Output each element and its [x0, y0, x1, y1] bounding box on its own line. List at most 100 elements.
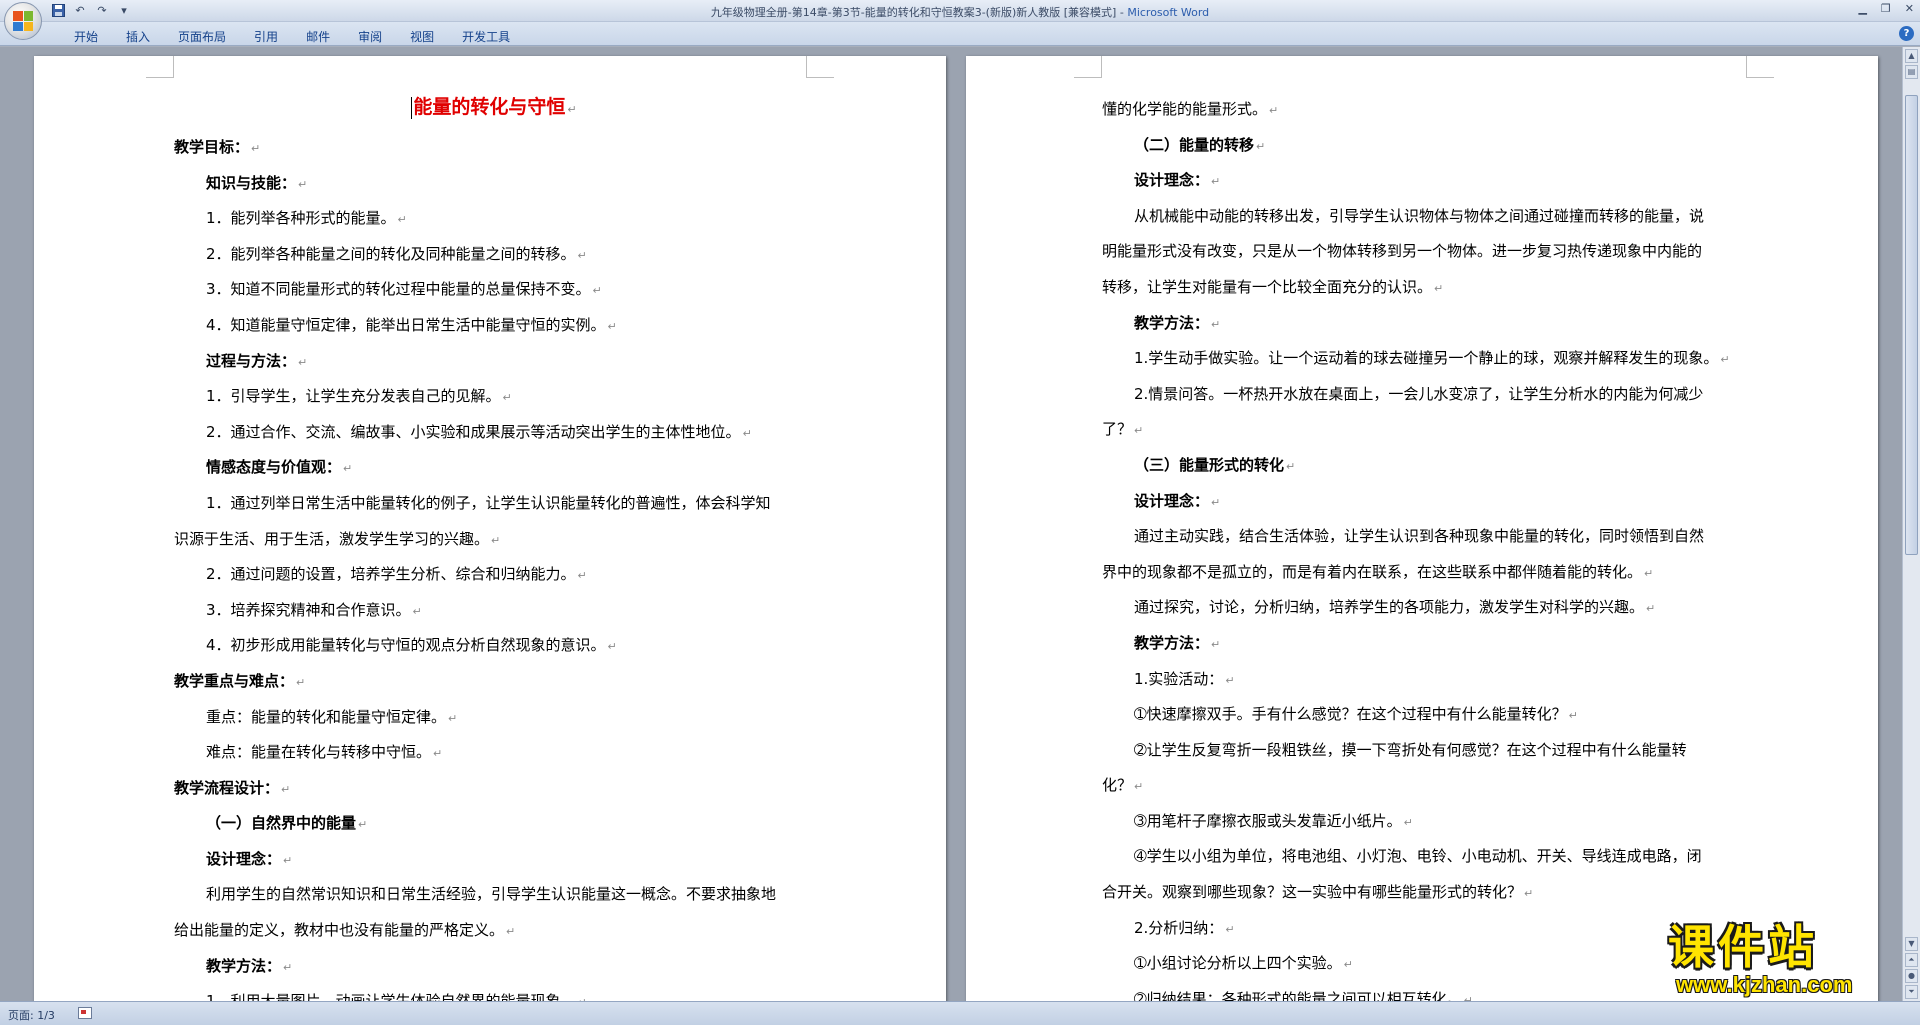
- paragraph-mark: ↵: [1211, 637, 1221, 651]
- document-page-1[interactable]: 能量的转化与守恒 ↵ 教学目标： ↵ 知识与技能： ↵ 1．能列举各种形式的能量。 ↵ 2．能…: [34, 56, 946, 1001]
- line-text: 教学流程设计：: [174, 778, 280, 797]
- crop-mark: [146, 56, 174, 78]
- crop-mark: [1074, 56, 1102, 78]
- browse-object-icon[interactable]: ●: [1905, 969, 1918, 983]
- title-bar: ↶ ↷ ▾ 九年级物理全册-第14章-第3节-能量的转化和守恒教案3-(新版)新…: [0, 0, 1920, 22]
- paragraph-line: 通过主动实践，结合生活体验，让学生认识到各种现象中能量的转化，同时领悟到自然: [1102, 519, 1746, 555]
- line-text: 1．通过列举日常生活中能量转化的例子，让学生认识能量转化的普遍性，体会科学知: [206, 493, 771, 512]
- line-text: 教学方法：: [1134, 313, 1210, 332]
- paragraph-line: 识源于生活、用于生活，激发学生学习的兴趣。 ↵: [174, 522, 814, 558]
- watermark-chinese: 课件站: [1668, 920, 1818, 974]
- line-text: （一）自然界中的能量: [206, 814, 357, 833]
- document-area[interactable]: 能量的转化与守恒 ↵ 教学目标： ↵ 知识与技能： ↵ 1．能列举各种形式的能量。 ↵ 2．能…: [0, 47, 1902, 1001]
- paragraph-line: 教学方法： ↵: [1102, 626, 1746, 662]
- paragraph-line: 3．培养探究精神和合作意识。 ↵: [174, 593, 814, 629]
- paragraph-line: 教学方法： ↵: [174, 949, 814, 985]
- line-text: 识源于生活、用于生活，激发学生学习的兴趣。: [174, 529, 490, 548]
- vertical-scrollbar[interactable]: ▲ ▤ ▼ ⏶ ● ⏷: [1902, 47, 1920, 1001]
- line-text: 通过探究，讨论，分析归纳，培养学生的各项能力，激发学生对科学的兴趣。: [1134, 598, 1645, 617]
- tab-references[interactable]: 引用: [240, 26, 292, 47]
- line-text: 转移，让学生对能量有一个比较全面充分的认识。: [1102, 277, 1433, 296]
- tab-page-layout[interactable]: 页面布局: [164, 26, 240, 47]
- line-text: 教学方法：: [1134, 633, 1210, 652]
- crop-mark: [806, 56, 834, 78]
- paragraph-line: 1．利用大量图片、动画让学生体验自然界的能量现象。↵: [174, 984, 814, 1001]
- paragraph-line: 教学重点与难点： ↵: [174, 664, 814, 700]
- paragraph-line: ➀小组讨论分析以上四个实验。 ↵: [1102, 946, 1746, 982]
- paragraph-mark: ↵: [448, 711, 458, 725]
- office-button[interactable]: [4, 2, 42, 40]
- tab-review[interactable]: 审阅: [344, 26, 396, 47]
- line-text: ➀小组讨论分析以上四个实验。: [1134, 954, 1342, 973]
- paragraph-mark: ↵: [298, 177, 308, 191]
- line-text: 界中的现象都不是孤立的，而是有着内在联系，在这些联系中都伴随着能的转化。: [1102, 562, 1643, 581]
- scroll-down-arrow-icon[interactable]: ▼: [1905, 937, 1918, 951]
- scroll-up-arrow-icon[interactable]: ▲: [1905, 49, 1918, 63]
- paragraph-line: 1．能列举各种形式的能量。 ↵: [174, 201, 814, 237]
- paragraph-mark: ↵: [502, 391, 512, 405]
- line-text: 重点：能量的转化和能量守恒定律。: [206, 707, 447, 726]
- paragraph-mark: ↵: [298, 355, 308, 369]
- status-page-count[interactable]: 页面: 1/3: [8, 1007, 55, 1023]
- line-text: 给出能量的定义，教材中也没有能量的严格定义。: [174, 921, 505, 940]
- paragraph-mark: ↵: [1269, 104, 1279, 117]
- paragraph-line: 1．通过列举日常生活中能量转化的例子，让学生认识能量转化的普遍性，体会科学知: [174, 486, 814, 522]
- ruler-toggle-icon[interactable]: ▤: [1905, 65, 1918, 79]
- paragraph-line: 利用学生的自然常识知识和日常生活经验，引导学生认识能量这一概念。不要求抽象地: [174, 877, 814, 913]
- minimize-icon[interactable]: ▁: [1858, 2, 1866, 15]
- paragraph-mark: ↵: [491, 533, 501, 547]
- tab-mailings[interactable]: 邮件: [292, 26, 344, 47]
- paragraph-mark: ↵: [506, 925, 516, 939]
- line-text: ➁归纳结果：各种形式的能量之间可以相互转化。: [1134, 989, 1462, 1001]
- line-text: ➂用笔杆子摩擦衣服或头发靠近小纸片。: [1134, 811, 1402, 830]
- paragraph-mark: ↵: [1463, 993, 1473, 1001]
- paragraph-line: 4．初步形成用能量转化与守恒的观点分析自然现象的意识。 ↵: [174, 628, 814, 664]
- paragraph-line: 知识与技能： ↵: [174, 166, 814, 202]
- page-2-content: 懂的化学能的能量形式。 ↵ （二）能量的转移 ↵ 设计理念： ↵ 从机械能中动能的转移出发，…: [1102, 92, 1746, 1001]
- paragraph-line: 1．引导学生，让学生充分发表自己的见解。 ↵: [174, 379, 814, 415]
- paragraph-line: 2．能列举各种能量之间的转化及同种能量之间的转移。 ↵: [174, 237, 814, 273]
- close-icon[interactable]: ✕: [1905, 2, 1914, 15]
- paragraph-mark: ↵: [412, 604, 422, 618]
- previous-page-icon[interactable]: ⏶: [1905, 953, 1918, 967]
- paragraph-line: ➁让学生反复弯折一段粗铁丝，摸一下弯折处有何感觉？在这个过程中有什么能量转: [1102, 733, 1746, 769]
- paragraph-line: 设计理念： ↵: [174, 842, 814, 878]
- line-text: 了？: [1102, 420, 1133, 439]
- next-page-icon[interactable]: ⏷: [1905, 985, 1918, 999]
- tab-home[interactable]: 开始: [60, 26, 112, 47]
- line-text: 难点：能量在转化与转移中守恒。: [206, 743, 432, 762]
- paragraph-line: 懂的化学能的能量形式。 ↵: [1102, 92, 1746, 128]
- document-page-2[interactable]: 懂的化学能的能量形式。 ↵ （二）能量的转移 ↵ 设计理念： ↵ 从机械能中动能的转移出发，…: [966, 56, 1878, 1001]
- paragraph-line: （二）能量的转移 ↵: [1102, 128, 1746, 164]
- line-text: （三）能量形式的转化: [1134, 455, 1285, 474]
- paragraph-line: （三）能量形式的转化 ↵: [1102, 448, 1746, 484]
- paragraph-line: 通过探究，讨论，分析归纳，培养学生的各项能力，激发学生对科学的兴趣。 ↵: [1102, 590, 1746, 626]
- paragraph-line: 2．通过合作、交流、编故事、小实验和成果展示等活动突出学生的主体性地位。 ↵: [174, 415, 814, 451]
- paragraph-mark: ↵: [251, 142, 261, 155]
- paragraph-mark: ↵: [397, 213, 407, 227]
- paragraph-mark: ↵: [592, 284, 602, 298]
- paragraph-mark: ↵: [1211, 317, 1221, 331]
- tab-insert[interactable]: 插入: [112, 26, 164, 47]
- line-text: （二）能量的转移: [1134, 135, 1255, 154]
- paragraph-mark: ↵: [1256, 139, 1266, 153]
- maximize-icon[interactable]: ❐: [1881, 2, 1891, 15]
- line-text: 利用学生的自然常识知识和日常生活经验，引导学生认识能量这一概念。不要求抽象地: [206, 885, 777, 904]
- scrollbar-thumb[interactable]: [1905, 95, 1918, 555]
- proofing-icon[interactable]: [78, 1007, 92, 1019]
- paragraph-line: （一）自然界中的能量 ↵: [174, 806, 814, 842]
- line-text: 2．通过问题的设置，培养学生分析、综合和归纳能力。: [206, 565, 576, 584]
- paragraph-mark: ↵: [283, 853, 293, 867]
- paragraph-mark: ↵: [358, 818, 368, 832]
- paragraph-line: 给出能量的定义，教材中也没有能量的严格定义。 ↵: [174, 913, 814, 949]
- paragraph-mark: ↵: [742, 426, 752, 440]
- paragraph-line: 2．通过问题的设置，培养学生分析、综合和归纳能力。 ↵: [174, 557, 814, 593]
- tab-view[interactable]: 视图: [396, 26, 448, 47]
- help-icon[interactable]: ?: [1899, 26, 1914, 41]
- paragraph-mark: ↵: [1211, 495, 1221, 509]
- line-text: 2．通过合作、交流、编故事、小实验和成果展示等活动突出学生的主体性地位。: [206, 422, 741, 441]
- paragraph-mark: ↵: [1568, 709, 1578, 723]
- line-text: 1．能列举各种形式的能量。: [206, 209, 396, 228]
- line-text: 过程与方法：: [206, 351, 297, 370]
- tab-developer[interactable]: 开发工具: [448, 26, 524, 47]
